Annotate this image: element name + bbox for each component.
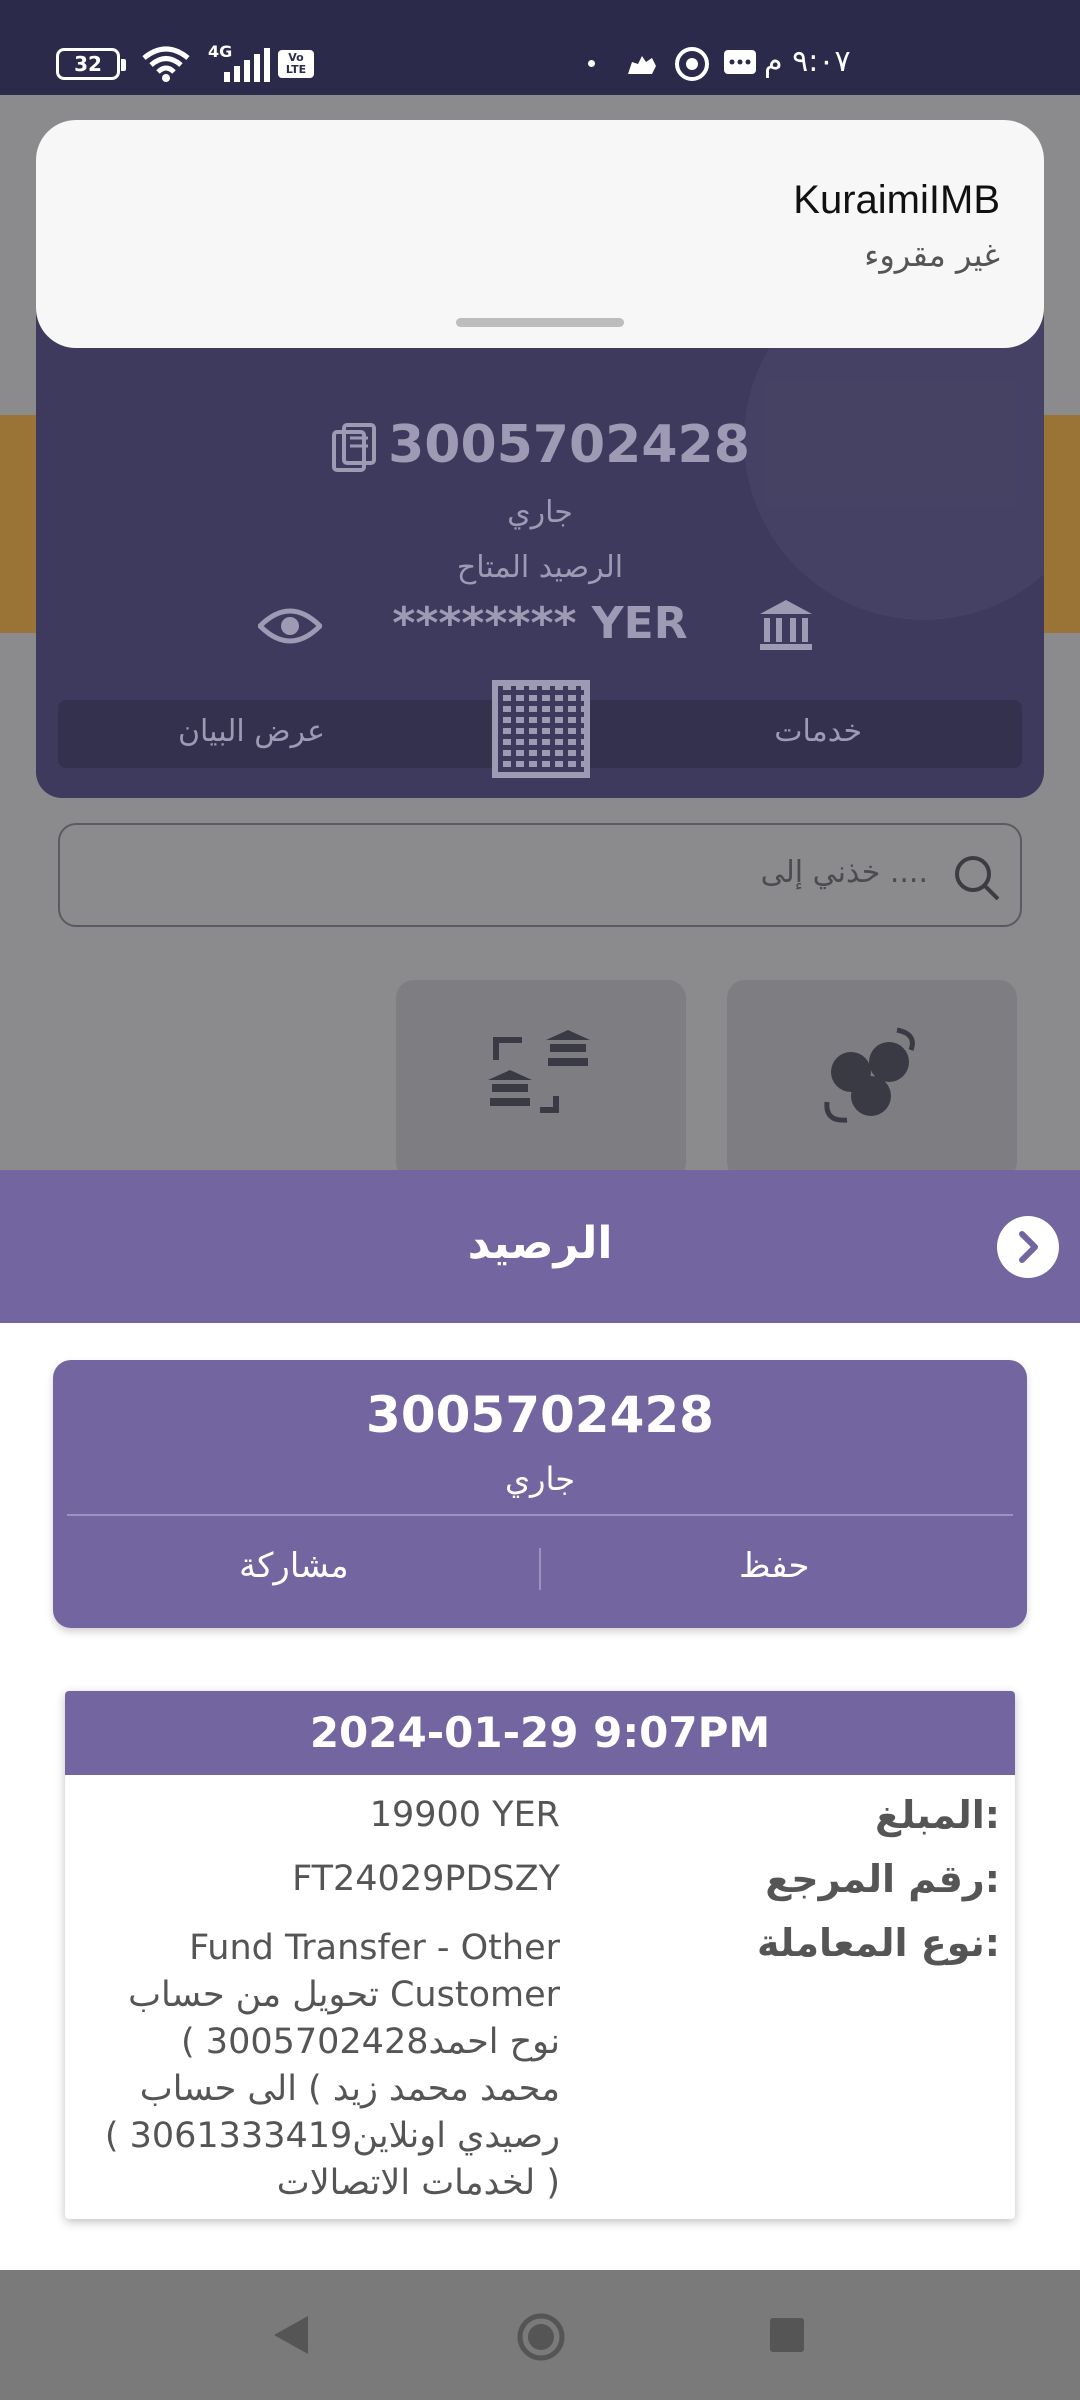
back-icon[interactable] [270, 2314, 310, 2356]
battery-indicator: 32 [56, 48, 126, 80]
search-placeholder: خذني إلى .... [760, 855, 928, 890]
save-button[interactable]: حفظ [739, 1546, 810, 1586]
whatsapp-icon [675, 47, 709, 81]
signal-icon [224, 48, 270, 82]
currency-exchange-icon [824, 1027, 915, 1123]
camel-icon [628, 56, 656, 74]
transaction-card: 2024-01-29 9:07PM المبلغ: 19900 YER رقم … [65, 1691, 1015, 2219]
notification-handle[interactable] [456, 318, 624, 327]
account-number: 3005702428 [36, 415, 1044, 475]
statement-button[interactable]: عرض البيان [178, 714, 325, 749]
transaction-datetime: 2024-01-29 9:07PM [65, 1691, 1015, 1775]
document-icon [332, 423, 377, 472]
services-button[interactable]: خدمات [774, 714, 862, 749]
recent-apps-icon[interactable] [770, 2318, 804, 2352]
type-value: Fund Transfer - Other تحويل من حساب Cust… [104, 1928, 560, 2203]
sheet-account-type: جاري [504, 1460, 576, 1498]
sheet-account-number: 3005702428 [366, 1386, 714, 1444]
home-icon[interactable] [516, 2312, 566, 2362]
amount-label: المبلغ: [875, 1793, 1000, 1837]
bank-transfer-icon [488, 1030, 590, 1113]
clock: ٩:٠٧ م [764, 44, 851, 79]
wifi-icon [142, 46, 190, 82]
type-label: نوع المعاملة: [756, 1921, 1000, 1965]
amount-value: 19900 YER [369, 1795, 560, 1835]
notification-app-name: KuraimiIMB [793, 178, 1000, 222]
available-balance-label: الرصيد المتاح [456, 550, 624, 585]
close-sheet-button[interactable] [997, 1216, 1059, 1278]
reference-value: FT24029PDSZY [292, 1859, 560, 1899]
share-button[interactable]: مشاركة [239, 1546, 349, 1586]
account-type: جاري [507, 495, 573, 530]
sheet-body: 3005702428 جاري مشاركة حفظ 2024-01-29 9:… [0, 1323, 1080, 2270]
system-nav-bar [0, 2270, 1080, 2400]
search-field[interactable]: خذني إلى .... [58, 823, 1022, 927]
volte-badge: Vo LTE [278, 50, 314, 78]
notification-text: غير مقروء [864, 236, 1000, 274]
qr-icon[interactable] [492, 680, 590, 778]
notification-dot [588, 60, 595, 67]
chevron-right-icon [1019, 1231, 1038, 1263]
divider [539, 1548, 541, 1590]
eye-icon[interactable] [258, 602, 322, 650]
account-summary: 3005702428 جاري مشاركة حفظ [53, 1360, 1027, 1628]
sheet-title: الرصيد [467, 1218, 613, 1269]
sheet-header: الرصيد [0, 1170, 1080, 1323]
search-icon [955, 856, 1000, 901]
divider [67, 1514, 1013, 1516]
reference-label: رقم المرجع: [765, 1857, 1000, 1901]
status-app-icons [628, 47, 756, 81]
masked-balance: ******** YER [392, 598, 688, 649]
currency-exchange-tile[interactable] [727, 980, 1017, 1180]
status-bar: 32 4G Vo LTE ٩:٠٧ م [0, 0, 1080, 95]
bank-icon [760, 600, 812, 650]
message-icon [724, 50, 756, 74]
transfer-tile[interactable] [396, 980, 686, 1180]
notification-banner[interactable]: KuraimiIMB غير مقروء [36, 120, 1044, 348]
